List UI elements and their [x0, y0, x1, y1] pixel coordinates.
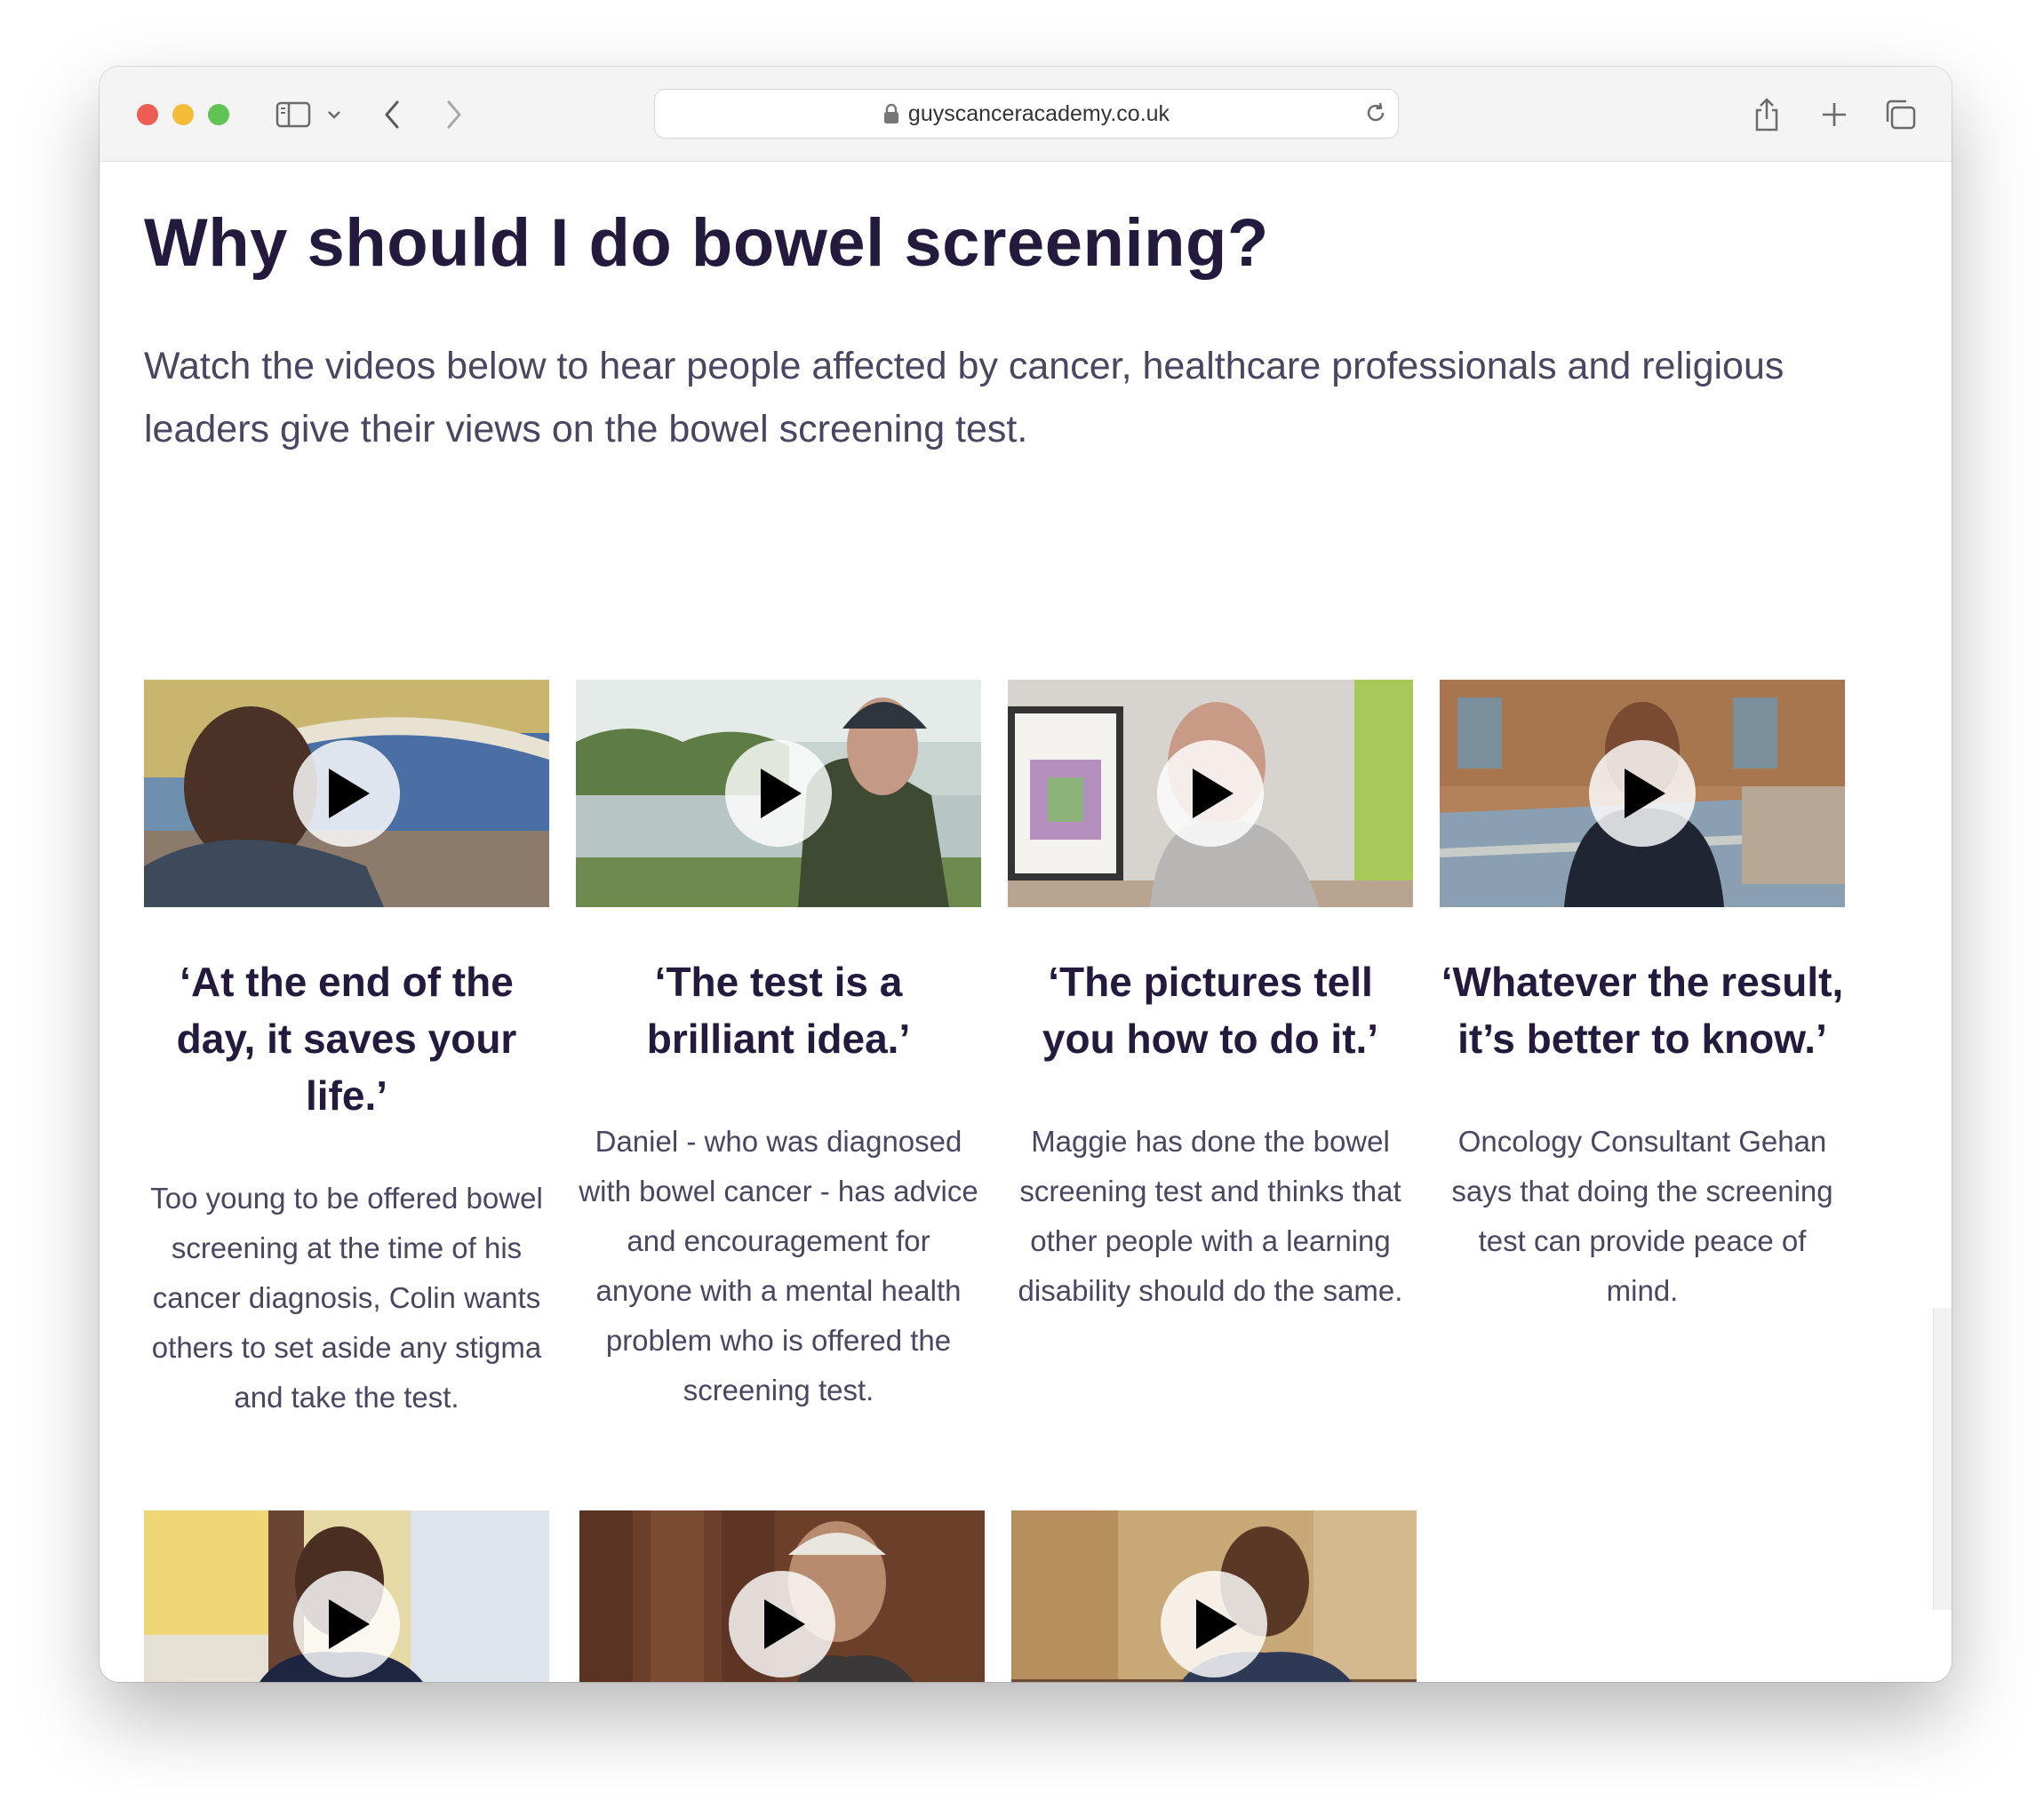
video-quote: ‘The test is a brilliant idea.’: [646, 959, 911, 1062]
play-icon: [329, 769, 370, 818]
page-title: Why should I do bowel screening?: [144, 205, 1269, 281]
video-card: [1011, 1510, 1417, 1682]
minimize-window-button[interactable]: [172, 104, 194, 125]
video-description: Maggie has done the bowel screening test…: [1018, 1125, 1403, 1307]
video-description: Daniel - who was diagnosed with bowel ca…: [579, 1125, 978, 1407]
browser-toolbar: guyscanceracademy.co.uk: [100, 67, 1952, 162]
play-icon: [1196, 1599, 1237, 1649]
scrollbar-thumb[interactable]: [1938, 1308, 1946, 1610]
reload-icon[interactable]: [1362, 100, 1389, 126]
plus-icon[interactable]: [1815, 93, 1854, 136]
play-button[interactable]: [725, 740, 832, 847]
sidebar-icon[interactable]: [274, 93, 313, 136]
forward-icon[interactable]: [441, 93, 467, 136]
video-card: [579, 1510, 985, 1682]
video-thumbnail[interactable]: [144, 680, 549, 907]
share-icon[interactable]: [1747, 93, 1786, 136]
video-quote: ‘At the end of the day, it saves your li…: [176, 959, 517, 1119]
play-button[interactable]: [293, 740, 400, 847]
back-icon[interactable]: [379, 93, 405, 136]
page-content: Why should I do bowel screening? Watch t…: [100, 162, 1952, 1682]
play-button[interactable]: [1589, 740, 1696, 847]
play-icon: [764, 1599, 805, 1649]
video-quote: ‘The pictures tell you how to do it.’: [1042, 959, 1379, 1062]
video-description: Oncology Consultant Gehan says that doin…: [1451, 1125, 1833, 1307]
video-card: ‘The pictures tell you how to do it.’ Ma…: [1008, 680, 1413, 1316]
tabs-icon[interactable]: [1880, 93, 1920, 136]
video-card: ‘Whatever the result, it’s better to kno…: [1440, 680, 1845, 1316]
video-thumbnail[interactable]: [1011, 1510, 1417, 1682]
video-thumbnail[interactable]: [1008, 680, 1413, 907]
zoom-window-button[interactable]: [208, 104, 229, 125]
play-icon: [329, 1599, 370, 1649]
video-card: ‘At the end of the day, it saves your li…: [144, 680, 549, 1422]
video-thumbnail[interactable]: [579, 1510, 985, 1682]
play-button[interactable]: [729, 1571, 835, 1678]
chevron-down-icon[interactable]: [323, 93, 345, 136]
video-quote: ‘Whatever the result, it’s better to kno…: [1441, 959, 1844, 1062]
video-thumbnail[interactable]: [1440, 680, 1845, 907]
lock-icon: [883, 103, 899, 124]
vertical-scrollbar[interactable]: [1933, 1308, 1952, 1610]
address-bar[interactable]: guyscanceracademy.co.uk: [654, 89, 1399, 139]
play-button[interactable]: [1161, 1571, 1267, 1678]
play-icon: [1193, 769, 1234, 818]
video-card: [144, 1510, 549, 1682]
play-icon: [1625, 769, 1665, 818]
video-thumbnail[interactable]: [576, 680, 981, 907]
video-card: ‘The test is a brilliant idea.’ Daniel -…: [576, 680, 981, 1415]
video-thumbnail[interactable]: [144, 1510, 549, 1682]
play-icon: [761, 769, 802, 818]
play-button[interactable]: [293, 1571, 400, 1678]
url-text: guyscanceracademy.co.uk: [907, 100, 1170, 126]
close-window-button[interactable]: [137, 104, 158, 125]
play-button[interactable]: [1157, 740, 1264, 847]
browser-window: guyscanceracademy.co.uk Why should I do …: [100, 67, 1952, 1682]
video-description: Too young to be offered bowel screening …: [150, 1182, 543, 1414]
page-intro: Watch the videos below to hear people af…: [144, 345, 1785, 450]
